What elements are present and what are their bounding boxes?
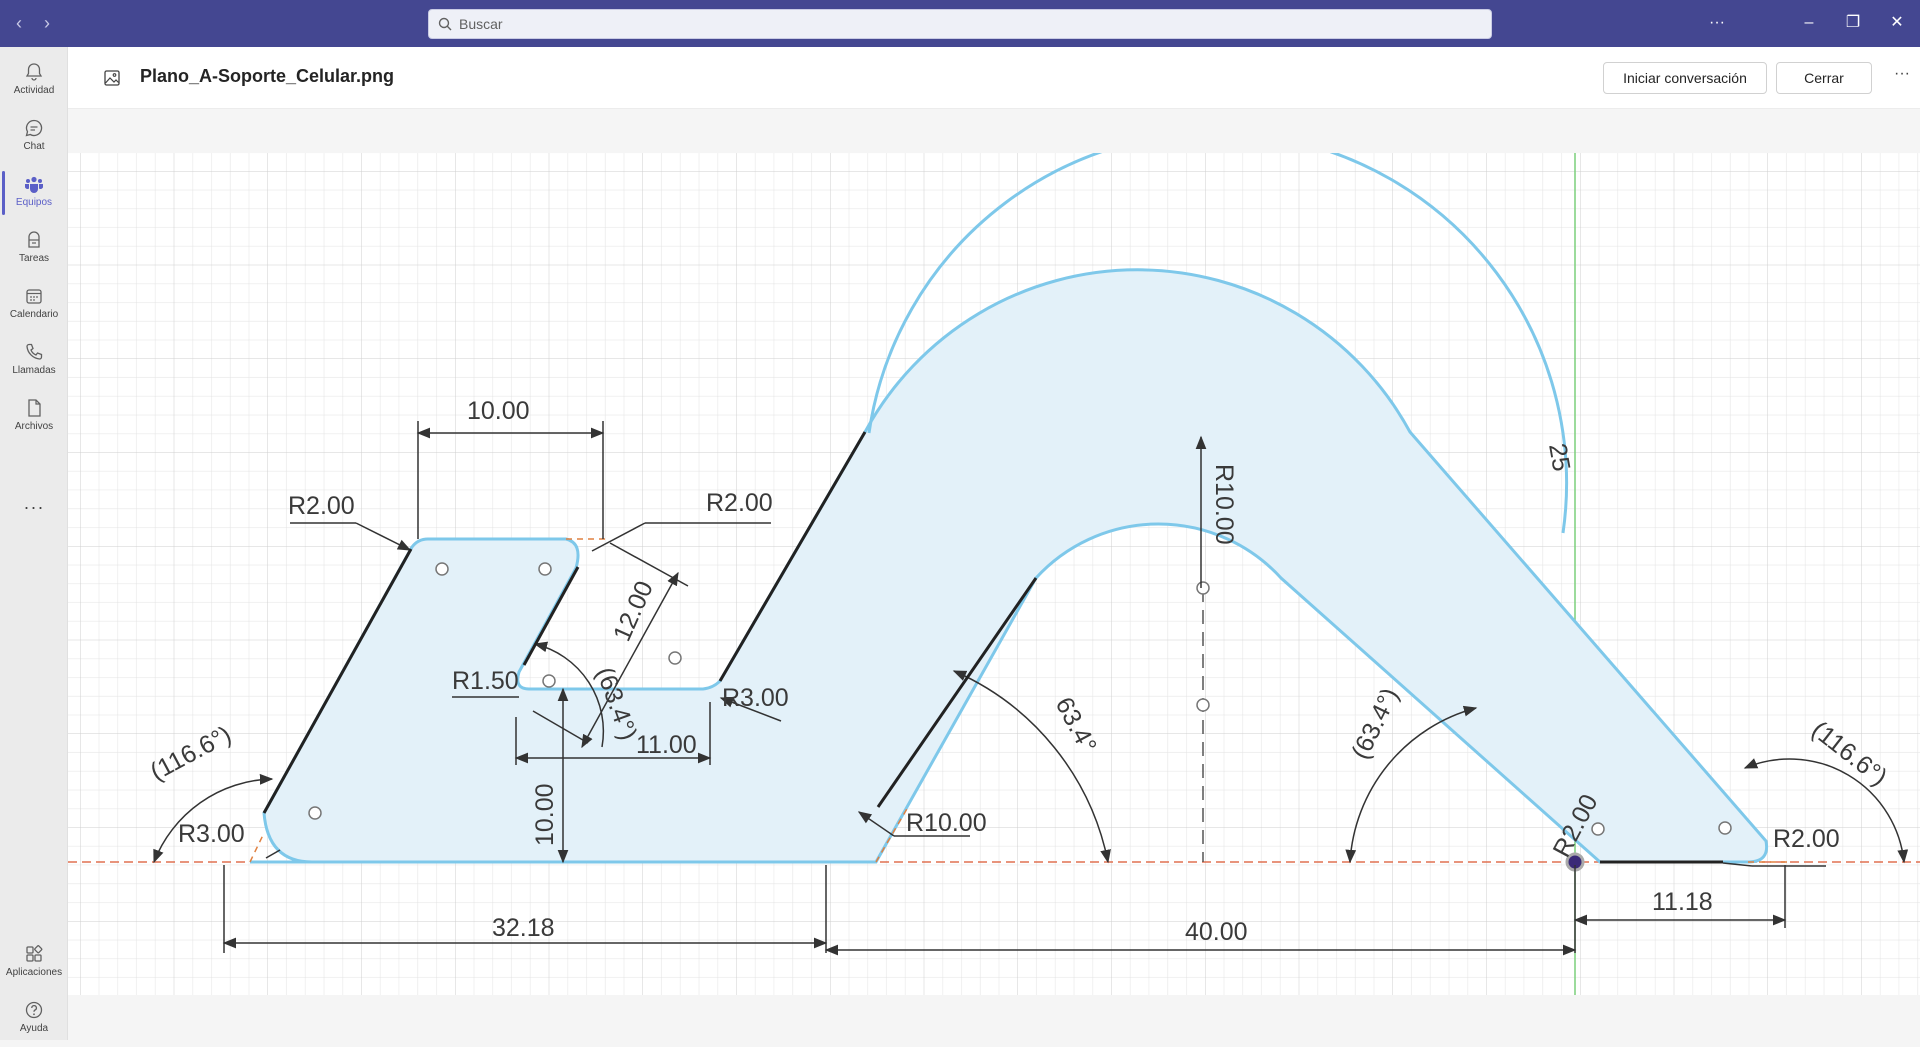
- search-input[interactable]: [459, 10, 1459, 38]
- start-conversation-button[interactable]: Iniciar conversación: [1603, 62, 1767, 94]
- file-icon: [28, 399, 41, 417]
- image-file-icon: [104, 70, 120, 86]
- calendar-icon: [26, 289, 42, 304]
- rail-label: Ayuda: [19, 1023, 49, 1034]
- dim-radius-arch-inner: R10.00: [1210, 464, 1238, 545]
- restore-icon[interactable]: ❐: [1838, 10, 1868, 36]
- dim-radius-inner: R1.50: [452, 667, 519, 695]
- dim-radius-bottom-right: R2.00: [1773, 825, 1840, 853]
- minimize-icon[interactable]: –: [1794, 10, 1824, 36]
- teams-icon: [25, 176, 43, 193]
- search-icon: [438, 17, 452, 31]
- close-window-icon[interactable]: ✕: [1882, 10, 1912, 36]
- dim-radius-bottom-left: R3.00: [178, 820, 245, 848]
- more-options-icon[interactable]: ···: [1890, 65, 1914, 83]
- dim-width-top: 10.00: [467, 397, 530, 425]
- file-viewer-header: Plano_A-Soporte_Celular.png Iniciar conv…: [68, 47, 1920, 109]
- dim-radius-valley: R3.00: [722, 684, 789, 712]
- rail-item-aplicaciones[interactable]: Aplicaciones: [0, 935, 68, 991]
- app-bar: Actividad Chat Equipos Tareas Calendario…: [0, 47, 68, 1040]
- dim-foot-width: 11.18: [1652, 888, 1713, 916]
- rail-item-calendario[interactable]: Calendario: [0, 277, 68, 333]
- technical-drawing[interactable]: 10.00 R2.00 R2.00 12.00 (63.4°) R1.50 R3…: [68, 153, 1920, 995]
- rail-label: Llamadas: [12, 365, 56, 376]
- rail-label: Aplicaciones: [5, 967, 63, 978]
- tasks-icon: [28, 231, 40, 248]
- forward-arrow-icon[interactable]: ›: [36, 12, 58, 34]
- dim-valley-height: 10.00: [531, 783, 559, 846]
- apps-icon: [26, 945, 43, 962]
- rail-item-tareas[interactable]: Tareas: [0, 221, 68, 277]
- rail-item-llamadas[interactable]: Llamadas: [0, 333, 68, 389]
- dim-radius-arch-outer: R10.00: [906, 809, 987, 837]
- close-button[interactable]: Cerrar: [1776, 62, 1872, 94]
- chat-icon: [25, 119, 43, 137]
- rail-item-chat[interactable]: Chat: [0, 109, 68, 165]
- back-arrow-icon[interactable]: ‹: [8, 12, 30, 34]
- search-box[interactable]: [428, 9, 1492, 39]
- rail-item-actividad[interactable]: Actividad: [0, 53, 68, 109]
- phone-icon: [26, 343, 43, 360]
- rail-label: Calendario: [9, 309, 59, 320]
- dim-overall-left: 32.18: [492, 914, 555, 942]
- dim-radius-top-left: R2.00: [288, 492, 355, 520]
- more-options-icon[interactable]: ···: [1702, 10, 1732, 36]
- rail-label: Equipos: [15, 197, 53, 208]
- rail-label: Archivos: [14, 421, 54, 432]
- dim-overall-right: 40.00: [1185, 918, 1248, 946]
- dim-radius-top-right: R2.00: [706, 489, 773, 517]
- rail-label: Chat: [23, 141, 45, 152]
- dim-valley-width: 11.00: [636, 731, 697, 759]
- rail-item-ayuda[interactable]: Ayuda: [0, 991, 68, 1047]
- help-icon: [25, 1001, 43, 1019]
- title-bar: ‹ › ··· – ❐ ✕: [0, 0, 1920, 47]
- more-apps-icon[interactable]: ···: [0, 497, 68, 518]
- image-viewer: 10.00 R2.00 R2.00 12.00 (63.4°) R1.50 R3…: [68, 109, 1920, 1040]
- file-title: Plano_A-Soporte_Celular.png: [140, 66, 395, 86]
- dim-side-length: 25: [1543, 441, 1575, 473]
- bell-icon: [25, 63, 43, 81]
- rail-item-archivos[interactable]: Archivos: [0, 389, 68, 445]
- rail-label: Tareas: [18, 253, 49, 264]
- rail-label: Actividad: [13, 85, 55, 96]
- rail-item-equipos[interactable]: Equipos: [0, 165, 68, 221]
